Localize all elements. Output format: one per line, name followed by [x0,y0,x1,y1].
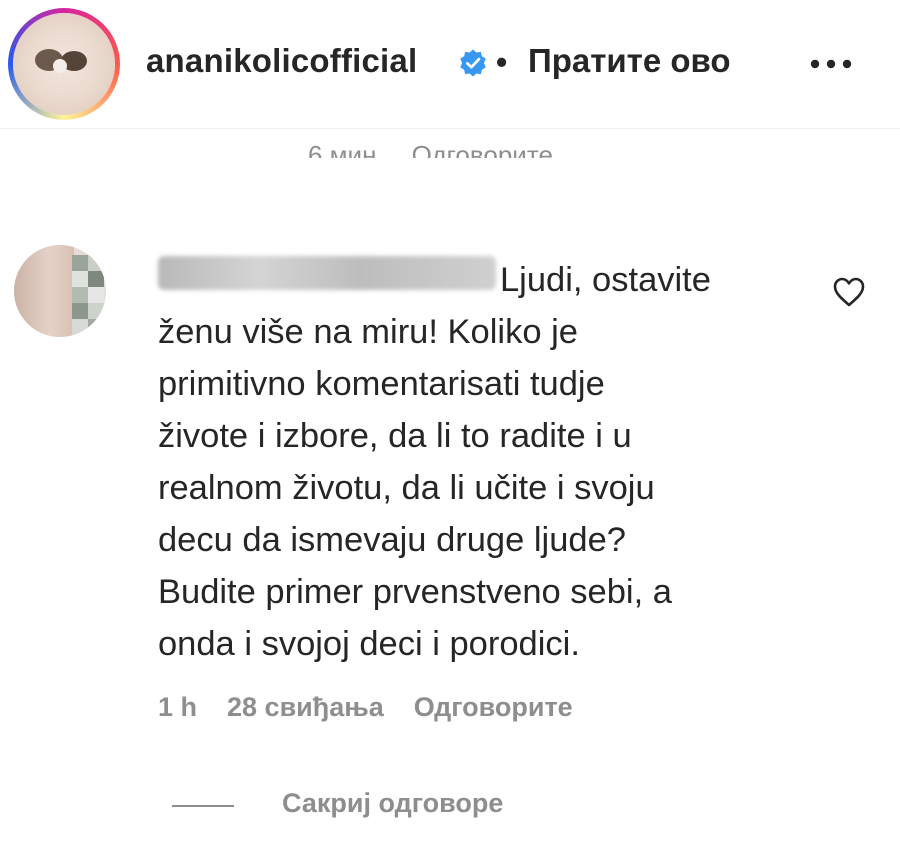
post-header: ananikolicofficial • Пратите ово [0,0,900,129]
profile-avatar[interactable] [8,8,120,120]
previous-comment-meta: 6 мин. Одговорите [308,140,553,158]
heart-outline-icon[interactable] [832,276,866,308]
previous-comment-time: 6 мин. [308,140,384,158]
verified-badge-icon [460,49,486,77]
comment-time[interactable]: 1 h [158,692,197,722]
replies-divider-line [172,805,234,807]
comment-reply-button[interactable]: Одговорите [414,692,573,722]
more-options-icon[interactable] [808,54,854,74]
hide-replies-button[interactable]: Сакриј одговоре [282,788,503,819]
profile-username[interactable]: ananikolicofficial [146,42,417,80]
comment-text-first-line: Ljudi, ostavite [500,261,711,299]
comment-text-rest: ženu više na miru! Koliko je primitivno … [158,313,672,663]
comment-thread-view: ananikolicofficial • Пратите ово 6 мин. О… [0,0,900,860]
follow-button[interactable]: Пратите ово [528,42,731,80]
comment-likes-count[interactable]: 28 свиђања [227,692,384,722]
comment-body: Ljudi, ostavite ženu više na miru! Kolik… [158,254,778,670]
comment-actions: 1 h 28 свиђања Одговорите [158,692,603,723]
avatar-photo [13,13,115,115]
header-separator: • [496,44,508,80]
commenter-avatar[interactable] [14,245,106,337]
previous-comment-reply-button[interactable]: Одговорите [412,140,553,158]
